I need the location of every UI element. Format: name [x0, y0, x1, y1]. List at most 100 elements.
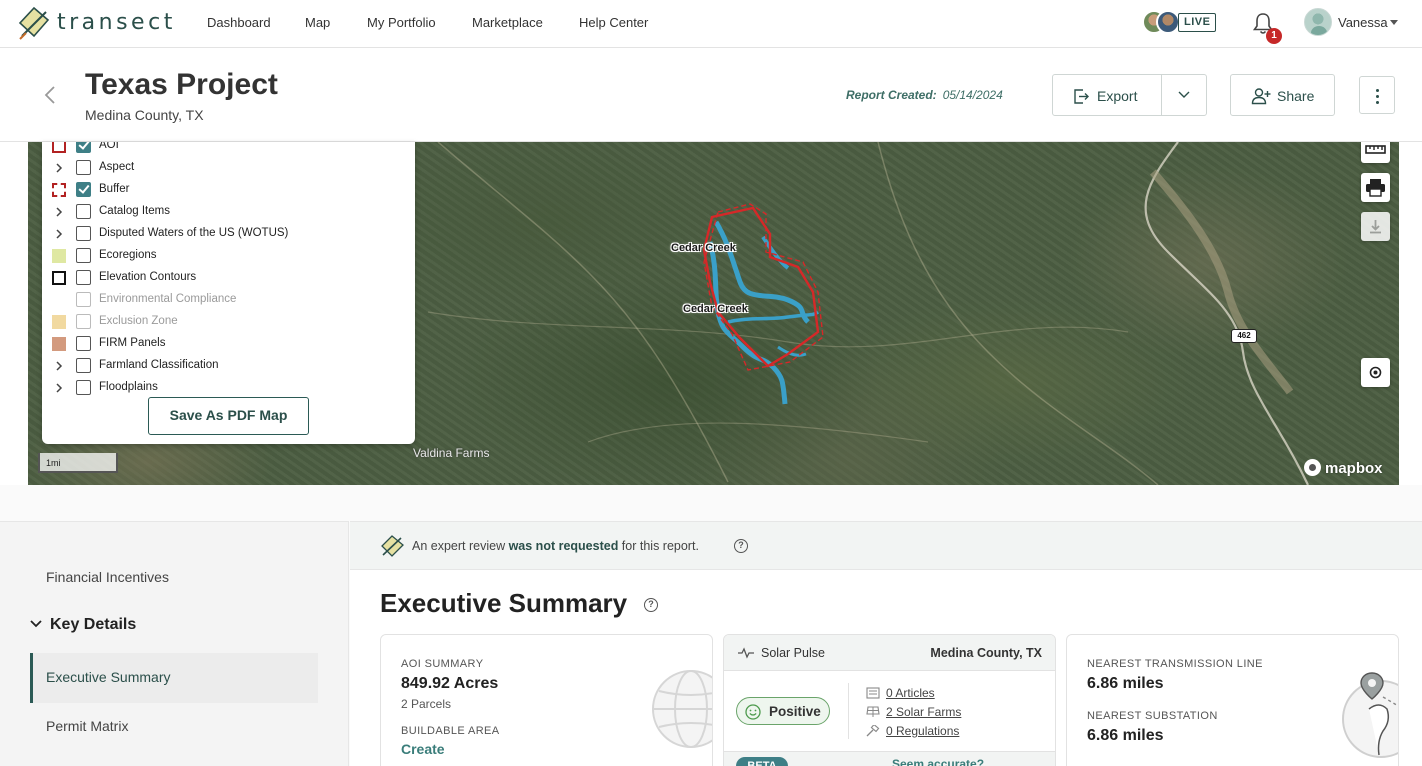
exclusion-swatch-icon: [52, 315, 66, 329]
nearest-transmission-value: 6.86 miles: [1087, 675, 1164, 692]
layer-row[interactable]: Aspect: [42, 157, 415, 179]
contour-swatch-icon: [52, 271, 66, 285]
kebab-dot-icon: [1376, 89, 1379, 92]
user-menu-caret-icon[interactable]: [1390, 20, 1398, 25]
layer-label: FIRM Panels: [99, 337, 166, 349]
export-button[interactable]: Export: [1052, 74, 1207, 116]
nearest-substation-value: 6.86 miles: [1087, 727, 1164, 744]
layer-checkbox[interactable]: [76, 142, 91, 153]
layer-checkbox[interactable]: [76, 292, 91, 307]
measure-tool-button[interactable]: [1361, 142, 1390, 163]
export-icon: [1074, 89, 1089, 104]
chevron-right-icon[interactable]: [55, 383, 63, 393]
page-title: Texas Project: [85, 68, 278, 101]
layer-label: Disputed Waters of the US (WOTUS): [99, 227, 289, 239]
layer-row[interactable]: AOI: [42, 142, 415, 157]
seem-accurate-link[interactable]: Seem accurate?: [892, 757, 984, 766]
nav-marketplace[interactable]: Marketplace: [472, 15, 543, 30]
layer-row[interactable]: Ecoregions: [42, 245, 415, 267]
sidebar-item-label: Executive Summary: [46, 669, 171, 685]
aoi-parcels: 2 Parcels: [401, 697, 452, 711]
sidebar-item-permit-matrix[interactable]: Permit Matrix: [46, 718, 128, 734]
user-name[interactable]: Vanessa: [1338, 15, 1388, 30]
aoi-swatch-icon: [52, 142, 66, 153]
layer-checkbox[interactable]: [76, 204, 91, 219]
layer-label: AOI: [99, 142, 119, 151]
download-map-button[interactable]: [1361, 212, 1390, 241]
layer-row[interactable]: Floodplains: [42, 377, 415, 399]
layer-checkbox[interactable]: [76, 182, 91, 197]
nav-map[interactable]: Map: [305, 15, 330, 30]
layer-label: Elevation Contours: [99, 271, 197, 283]
export-divider: [1161, 75, 1162, 115]
layer-checkbox[interactable]: [76, 314, 91, 329]
sidebar-item-executive-summary[interactable]: Executive Summary: [30, 653, 318, 703]
brand-name[interactable]: transect: [57, 10, 176, 35]
chevron-right-icon[interactable]: [55, 229, 63, 239]
layer-row[interactable]: Exclusion Zone: [42, 311, 415, 333]
transect-logo-icon[interactable]: [18, 6, 50, 40]
nav-help-center[interactable]: Help Center: [579, 15, 648, 30]
top-navbar: transect Dashboard Map My Portfolio Mark…: [0, 0, 1422, 48]
regulations-link[interactable]: 0 Regulations: [886, 724, 959, 738]
expert-review-post: for this report.: [618, 539, 699, 553]
layer-checkbox[interactable]: [76, 270, 91, 285]
layer-checkbox[interactable]: [76, 358, 91, 373]
mapbox-attribution[interactable]: mapbox: [1304, 459, 1383, 479]
layer-checkbox[interactable]: [76, 380, 91, 395]
report-created-label: Report Created:: [846, 88, 937, 102]
back-chevron-icon[interactable]: [44, 86, 56, 104]
buildable-area-create-link[interactable]: Create: [401, 741, 445, 757]
map-scale: 1mi: [38, 453, 118, 473]
layer-checkbox[interactable]: [76, 336, 91, 351]
transect-logo-icon: [381, 535, 404, 557]
layer-row[interactable]: FIRM Panels: [42, 333, 415, 355]
layer-checkbox[interactable]: [76, 226, 91, 241]
help-circle-icon[interactable]: ?: [644, 598, 658, 612]
solar-pulse-title: Solar Pulse: [761, 646, 825, 660]
layer-label: Environmental Compliance: [99, 293, 237, 305]
layer-row[interactable]: Farmland Classification: [42, 355, 415, 377]
report-sidebar: Financial Incentives Key Details Executi…: [0, 521, 349, 766]
layer-label: Ecoregions: [99, 249, 157, 261]
solar-pulse-county: Medina County, TX: [930, 646, 1042, 660]
map-label-cedar-creek: Cedar Creek: [671, 242, 736, 254]
layer-row[interactable]: Buffer: [42, 179, 415, 201]
chevron-right-icon[interactable]: [55, 361, 63, 371]
solar-pulse-footer: BETA Seem accurate?: [724, 751, 1055, 766]
map-road: [877, 142, 1159, 485]
layer-checkbox[interactable]: [76, 160, 91, 175]
sidebar-section-key-details[interactable]: Key Details: [50, 616, 136, 634]
locate-button[interactable]: [1361, 358, 1390, 387]
layer-row[interactable]: Environmental Compliance: [42, 289, 415, 311]
sentiment-label: Positive: [769, 704, 821, 719]
report-created: Report Created: 05/14/2024: [846, 88, 1003, 102]
layer-row[interactable]: Disputed Waters of the US (WOTUS): [42, 223, 415, 245]
layer-row[interactable]: Elevation Contours: [42, 267, 415, 289]
more-options-button[interactable]: [1359, 76, 1395, 114]
chevron-down-icon[interactable]: [1177, 89, 1191, 101]
road-shield: 462: [1231, 329, 1257, 343]
page-subtitle: Medina County, TX: [85, 107, 204, 123]
solar-farms-link[interactable]: 2 Solar Farms: [886, 705, 961, 719]
save-as-pdf-map-button[interactable]: Save As PDF Map: [148, 397, 309, 435]
aoi-summary-card: AOI SUMMARY 849.92 Acres 2 Parcels BUILD…: [380, 634, 713, 766]
download-icon: [1370, 220, 1381, 234]
share-button[interactable]: Share: [1230, 74, 1335, 116]
nav-dashboard[interactable]: Dashboard: [207, 15, 271, 30]
article-icon: [866, 687, 880, 699]
expert-review-status: was not requested: [508, 539, 619, 553]
creek-water: [707, 241, 788, 405]
sidebar-item-financial-incentives[interactable]: Financial Incentives: [46, 569, 169, 585]
user-avatar[interactable]: [1304, 8, 1332, 36]
layer-row[interactable]: Catalog Items: [42, 201, 415, 223]
live-badge: LIVE: [1178, 13, 1217, 32]
chevron-right-icon[interactable]: [55, 207, 63, 217]
articles-link[interactable]: 0 Articles: [886, 686, 935, 700]
chevron-right-icon[interactable]: [55, 163, 63, 173]
layer-checkbox[interactable]: [76, 248, 91, 263]
print-map-button[interactable]: [1361, 173, 1390, 202]
help-circle-icon[interactable]: ?: [734, 539, 748, 553]
nav-my-portfolio[interactable]: My Portfolio: [367, 15, 436, 30]
chevron-down-icon[interactable]: [30, 619, 42, 629]
